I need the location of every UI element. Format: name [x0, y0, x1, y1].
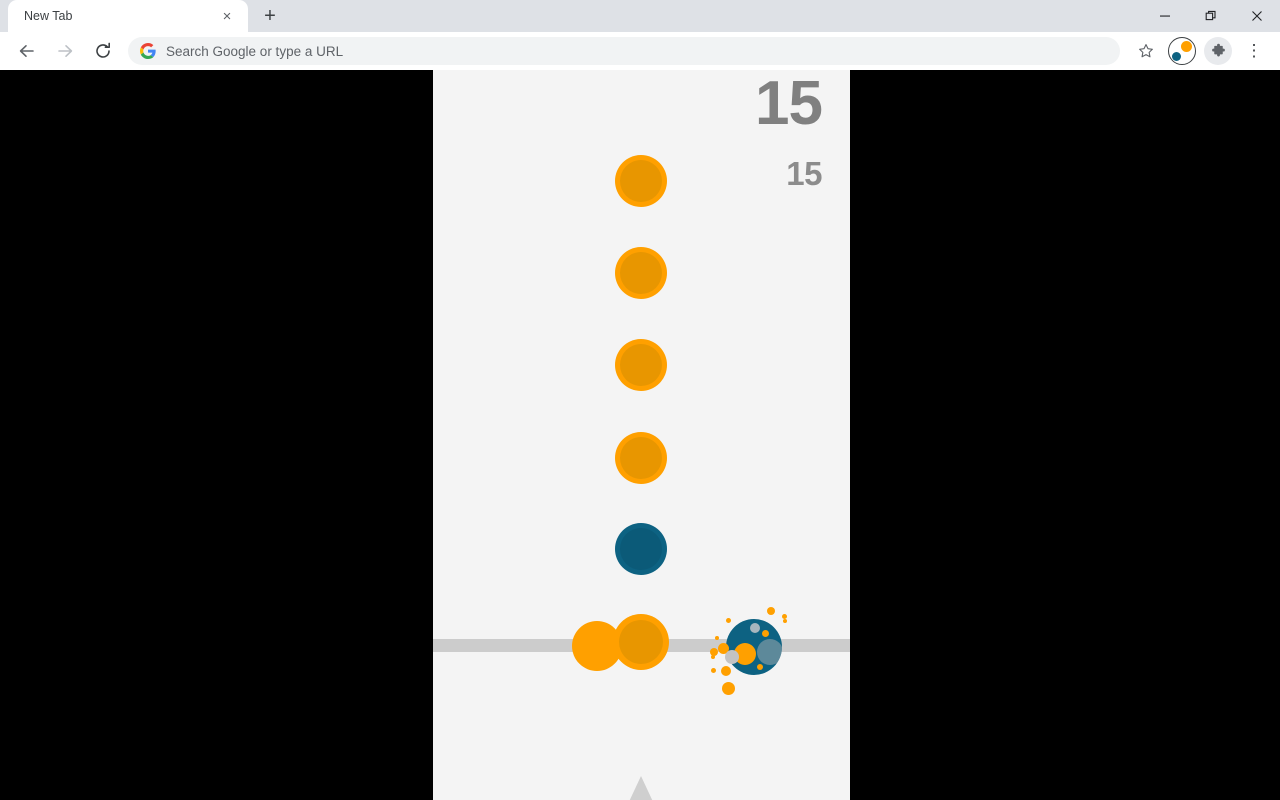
player-orange-dot-top: [762, 630, 769, 637]
bar-ball-orange-right-core: [619, 620, 663, 664]
browser-window: New Tab × + Search Google or type a URL …: [0, 0, 1280, 800]
game-canvas[interactable]: 15 15: [433, 70, 850, 800]
particle-orange-h: [721, 666, 731, 676]
particle-orange-a: [767, 607, 775, 615]
tab-close-icon[interactable]: ×: [216, 5, 238, 27]
player-ball[interactable]: [726, 619, 782, 675]
player-gray-bubble-small: [750, 623, 760, 633]
particle-orange-f: [711, 668, 716, 673]
extensions-chip: [1204, 37, 1232, 65]
tab-new-tab[interactable]: New Tab ×: [8, 0, 248, 32]
window-controls: [1142, 0, 1280, 32]
player-orange-dot-bottom: [757, 664, 763, 670]
player-gray-bubble-large: [757, 639, 782, 665]
column-ball-1-core: [620, 160, 662, 202]
extensions-puzzle-icon[interactable]: [1202, 35, 1234, 67]
reload-icon[interactable]: [88, 36, 118, 66]
tab-title: New Tab: [24, 9, 73, 23]
column-ball-5-core: [620, 528, 662, 570]
browser-menu-icon[interactable]: ⋮: [1238, 35, 1270, 67]
score-primary: 15: [755, 70, 823, 138]
particle-orange-g: [711, 655, 715, 659]
new-tab-button[interactable]: +: [256, 2, 284, 30]
forward-icon[interactable]: [50, 36, 80, 66]
bottom-arrow-icon: [627, 776, 655, 800]
address-bar[interactable]: Search Google or type a URL: [128, 37, 1120, 65]
maximize-icon[interactable]: [1188, 0, 1234, 32]
column-ball-2-core: [620, 252, 662, 294]
column-ball-3: [615, 339, 667, 391]
toolbar-right-actions: ⋮: [1128, 35, 1272, 67]
column-ball-1: [615, 155, 667, 207]
score-secondary: 15: [786, 155, 822, 192]
particle-orange-k: [715, 636, 719, 640]
column-ball-4: [615, 432, 667, 484]
particle-gray-a: [725, 650, 739, 664]
column-ball-2: [615, 247, 667, 299]
column-ball-3-core: [620, 344, 662, 386]
column-ball-4-core: [620, 437, 662, 479]
bookmark-star-icon[interactable]: [1130, 35, 1162, 67]
page-viewport: 15 15: [0, 70, 1280, 800]
profile-avatar[interactable]: [1166, 35, 1198, 67]
avatar: [1168, 37, 1196, 65]
column-ball-5: [615, 523, 667, 575]
back-icon[interactable]: [12, 36, 42, 66]
bar-ball-orange-right: [613, 614, 669, 670]
google-g-icon: [140, 43, 156, 59]
avatar-orange-dot: [1181, 41, 1192, 52]
tab-strip: New Tab × +: [0, 0, 1280, 32]
particle-orange-i: [722, 682, 735, 695]
particle-orange-c: [726, 618, 731, 623]
minimize-icon[interactable]: [1142, 0, 1188, 32]
omnibox-placeholder: Search Google or type a URL: [166, 43, 344, 59]
avatar-teal-dot: [1172, 52, 1181, 61]
close-icon[interactable]: [1234, 0, 1280, 32]
browser-toolbar: Search Google or type a URL ⋮: [0, 32, 1280, 70]
particle-orange-j: [783, 619, 787, 623]
